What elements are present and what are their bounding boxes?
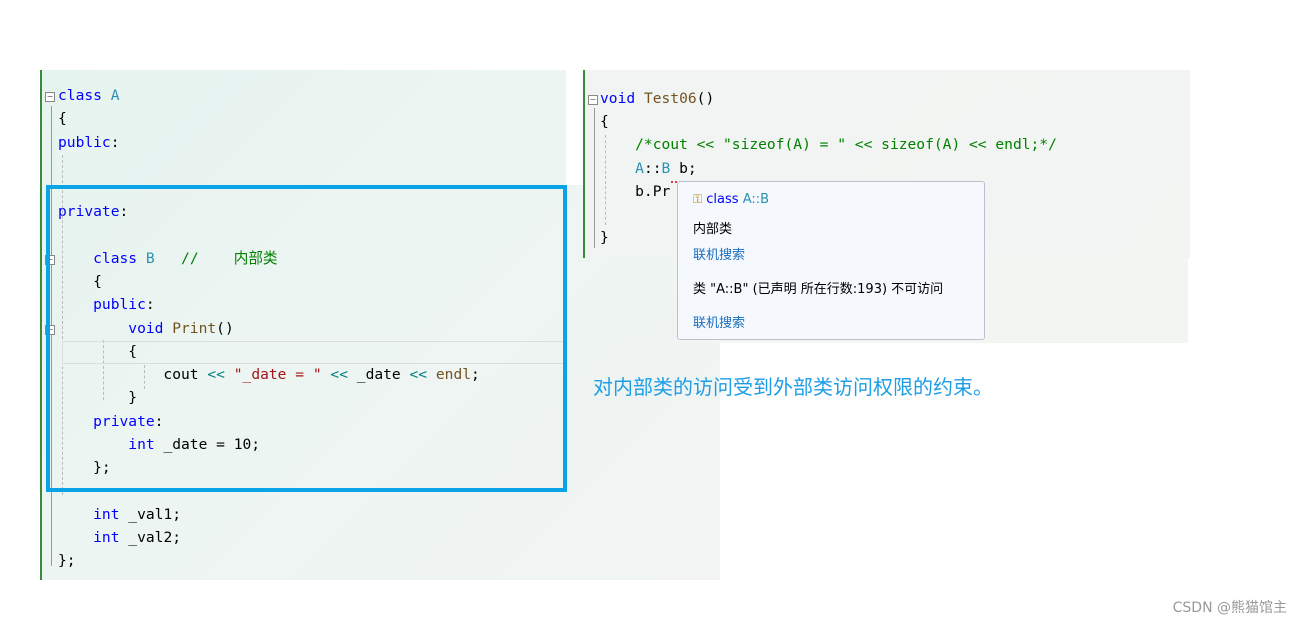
code-token: A: [600, 159, 644, 177]
code-token: :: [110, 133, 120, 151]
spacer: [566, 70, 583, 185]
code-line: class A: [58, 86, 120, 106]
fold-line: [594, 108, 595, 248]
code-token: b;: [670, 159, 697, 177]
collapse-icon[interactable]: −: [45, 92, 55, 102]
code-line: /*cout << "sizeof(A) = " << sizeof(A) <<…: [600, 135, 1057, 155]
collapse-icon[interactable]: −: [588, 95, 598, 105]
code-token: {: [600, 113, 609, 131]
code-token: _val2;: [119, 528, 182, 546]
code-token: int: [58, 528, 120, 546]
code-line: };: [58, 551, 76, 571]
signature-keyword: class: [706, 192, 743, 207]
error-message: 类 "A::B" (已声明 所在行数:193) 不可访问: [693, 282, 944, 297]
caption: 对内部类的访问受到外部类访问权限的约束。: [593, 375, 993, 399]
code-line: b.Pr: [600, 182, 670, 202]
code-token: void: [600, 90, 644, 107]
code-line: {: [58, 109, 67, 129]
code-line: {: [600, 112, 609, 132]
code-token: A: [110, 87, 120, 104]
code-token: _val1;: [119, 505, 182, 523]
quick-info-tooltip: ⚿ class A::B 内部类 联机搜索 类 "A::B" (已声明 所在行数…: [677, 181, 985, 340]
online-search-link[interactable]: 联机搜索: [693, 244, 745, 263]
watermark: CSDN @熊猫馆主: [1172, 600, 1287, 616]
code-token: (): [696, 90, 715, 107]
code-token: };: [58, 552, 76, 569]
code-token: Test06: [643, 90, 697, 107]
online-search-link[interactable]: 联机搜索: [693, 312, 745, 331]
code-line: }: [600, 228, 609, 248]
code-line: public:: [58, 133, 120, 153]
inner-class-highlight-box: [46, 185, 567, 492]
code-line: void Test06(): [600, 89, 714, 109]
code-token: B: [661, 159, 671, 177]
code-token: b.Pr: [600, 182, 671, 200]
code-token: {: [58, 110, 67, 128]
indent-guide: [605, 135, 606, 225]
class-private-icon: ⚿: [693, 192, 703, 206]
code-token: /*cout << "sizeof(A) = " << sizeof(A) <<…: [600, 136, 1057, 154]
code-line: int _val2;: [58, 528, 181, 548]
code-token: class: [58, 87, 111, 104]
code-token: public: [58, 133, 111, 151]
code-token: int: [58, 505, 120, 523]
code-line: A::B b;: [600, 159, 697, 179]
description: 内部类: [693, 222, 733, 237]
code-line: int _val1;: [58, 505, 181, 525]
signature-name: A::B: [742, 192, 770, 207]
code-token: }: [600, 229, 609, 247]
code-token: ::: [643, 159, 662, 177]
